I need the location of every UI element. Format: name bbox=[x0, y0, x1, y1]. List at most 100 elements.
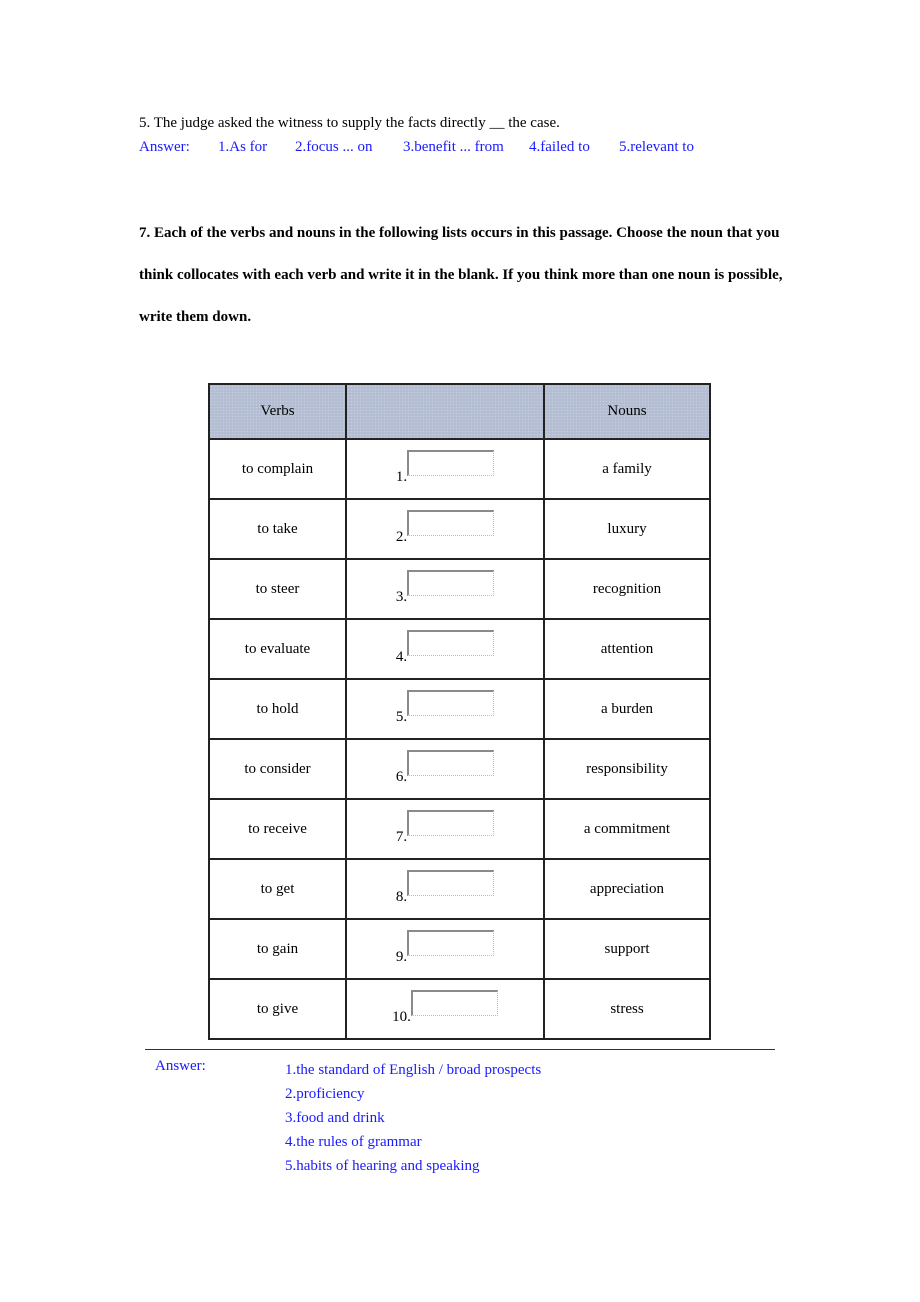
answer-input[interactable] bbox=[407, 450, 495, 476]
verb-cell: to consider bbox=[208, 738, 347, 800]
table-row: to evaluate 4. attention bbox=[208, 618, 711, 680]
blank-number: 6. bbox=[395, 769, 408, 785]
header-nouns: Nouns bbox=[543, 383, 711, 440]
noun-text: attention bbox=[600, 640, 654, 657]
answer-input[interactable] bbox=[407, 510, 495, 536]
answer-input[interactable] bbox=[407, 870, 495, 896]
noun-cell: responsibility bbox=[543, 738, 711, 800]
verb-text: to steer bbox=[255, 580, 300, 597]
noun-text: a family bbox=[602, 460, 652, 477]
answer-label: Answer: bbox=[139, 139, 190, 155]
noun-cell: a family bbox=[543, 438, 711, 500]
noun-cell: attention bbox=[543, 618, 711, 680]
blank-number: 8. bbox=[395, 889, 408, 905]
verb-text: to give bbox=[256, 1000, 299, 1017]
verb-text: to receive bbox=[248, 820, 307, 837]
verb-cell: to complain bbox=[208, 438, 347, 500]
blank-group: 3. bbox=[395, 570, 495, 606]
header-verbs: Verbs bbox=[208, 383, 347, 440]
blank-cell: 2. bbox=[345, 498, 545, 560]
answer-input[interactable] bbox=[407, 690, 495, 716]
verb-cell: to evaluate bbox=[208, 618, 347, 680]
noun-cell: recognition bbox=[543, 558, 711, 620]
verb-text: to gain bbox=[256, 940, 299, 957]
verb-cell: to receive bbox=[208, 798, 347, 860]
blank-cell: 4. bbox=[345, 618, 545, 680]
blank-number: 7. bbox=[395, 829, 408, 845]
blank-number: 2. bbox=[395, 529, 408, 545]
table-row: to complain 1. a family bbox=[208, 438, 711, 500]
answer-input[interactable] bbox=[407, 810, 495, 836]
verb-cell: to gain bbox=[208, 918, 347, 980]
verb-text: to hold bbox=[256, 700, 299, 717]
answer-label: Answer: bbox=[155, 1058, 206, 1074]
table-row: to receive 7. a commitment bbox=[208, 798, 711, 860]
answer-item: 4.failed to bbox=[529, 139, 590, 155]
blank-number: 5. bbox=[395, 709, 408, 725]
answer-item: 5.habits of hearing and speaking bbox=[285, 1158, 480, 1174]
answer-input[interactable] bbox=[407, 930, 495, 956]
blank-group: 10. bbox=[392, 990, 498, 1026]
noun-cell: appreciation bbox=[543, 858, 711, 920]
verb-text: to get bbox=[260, 880, 295, 897]
verb-cell: to give bbox=[208, 978, 347, 1040]
blank-cell: 3. bbox=[345, 558, 545, 620]
noun-text: recognition bbox=[592, 580, 662, 597]
verb-text: to complain bbox=[241, 460, 314, 477]
noun-text: luxury bbox=[607, 520, 647, 537]
blank-number: 3. bbox=[395, 589, 408, 605]
blank-number: 10. bbox=[392, 1009, 411, 1025]
noun-cell: luxury bbox=[543, 498, 711, 560]
noun-text: a burden bbox=[600, 700, 654, 717]
answer-item: 2.proficiency bbox=[285, 1086, 365, 1102]
blank-group: 9. bbox=[395, 930, 495, 966]
noun-cell: a commitment bbox=[543, 798, 711, 860]
table-header-row: Verbs Nouns bbox=[208, 383, 711, 440]
answer-item: 1.As for bbox=[218, 139, 268, 155]
answer-input[interactable] bbox=[407, 570, 495, 596]
table-row: to consider 6. responsibility bbox=[208, 738, 711, 800]
answer-input[interactable] bbox=[407, 630, 495, 656]
blank-group: 5. bbox=[395, 690, 495, 726]
answer-item: 4.the rules of grammar bbox=[285, 1134, 422, 1150]
blank-group: 2. bbox=[395, 510, 495, 546]
table-row: to give 10. stress bbox=[208, 978, 711, 1040]
blank-cell: 7. bbox=[345, 798, 545, 860]
answer-input[interactable] bbox=[407, 750, 495, 776]
answer-item: 5.relevant to bbox=[619, 139, 694, 155]
blank-cell: 8. bbox=[345, 858, 545, 920]
table-row: to gain 9. support bbox=[208, 918, 711, 980]
blank-group: 8. bbox=[395, 870, 495, 906]
table-row: to hold 5. a burden bbox=[208, 678, 711, 740]
blank-cell: 6. bbox=[345, 738, 545, 800]
answer-item: 3.benefit ... from bbox=[403, 139, 504, 155]
blank-number: 9. bbox=[395, 949, 408, 965]
verb-text: to take bbox=[257, 520, 298, 537]
table-row: to get 8. appreciation bbox=[208, 858, 711, 920]
question-5: 5. The judge asked the witness to supply… bbox=[139, 115, 560, 131]
blank-group: 1. bbox=[395, 450, 495, 486]
noun-text: support bbox=[604, 940, 650, 957]
blank-cell: 5. bbox=[345, 678, 545, 740]
noun-cell: stress bbox=[543, 978, 711, 1040]
header-blank bbox=[345, 383, 545, 440]
noun-cell: support bbox=[543, 918, 711, 980]
answer-item: 2.focus ... on bbox=[295, 139, 373, 155]
answer-input[interactable] bbox=[410, 990, 498, 1016]
noun-text: responsibility bbox=[586, 760, 668, 777]
horizontal-rule bbox=[145, 1049, 775, 1050]
noun-cell: a burden bbox=[543, 678, 711, 740]
noun-text: a commitment bbox=[583, 820, 671, 837]
verb-cell: to hold bbox=[208, 678, 347, 740]
verb-cell: to take bbox=[208, 498, 347, 560]
blank-group: 4. bbox=[395, 630, 495, 666]
verb-text: to evaluate bbox=[244, 640, 311, 657]
verb-text: to consider bbox=[244, 760, 311, 777]
blank-number: 4. bbox=[395, 649, 408, 665]
table-row: to steer 3. recognition bbox=[208, 558, 711, 620]
answer-item: 3.food and drink bbox=[285, 1110, 385, 1126]
blank-number: 1. bbox=[395, 469, 408, 485]
table-row: to take 2. luxury bbox=[208, 498, 711, 560]
verb-cell: to get bbox=[208, 858, 347, 920]
answer-list: 1.the standard of English / broad prospe… bbox=[285, 1058, 541, 1178]
